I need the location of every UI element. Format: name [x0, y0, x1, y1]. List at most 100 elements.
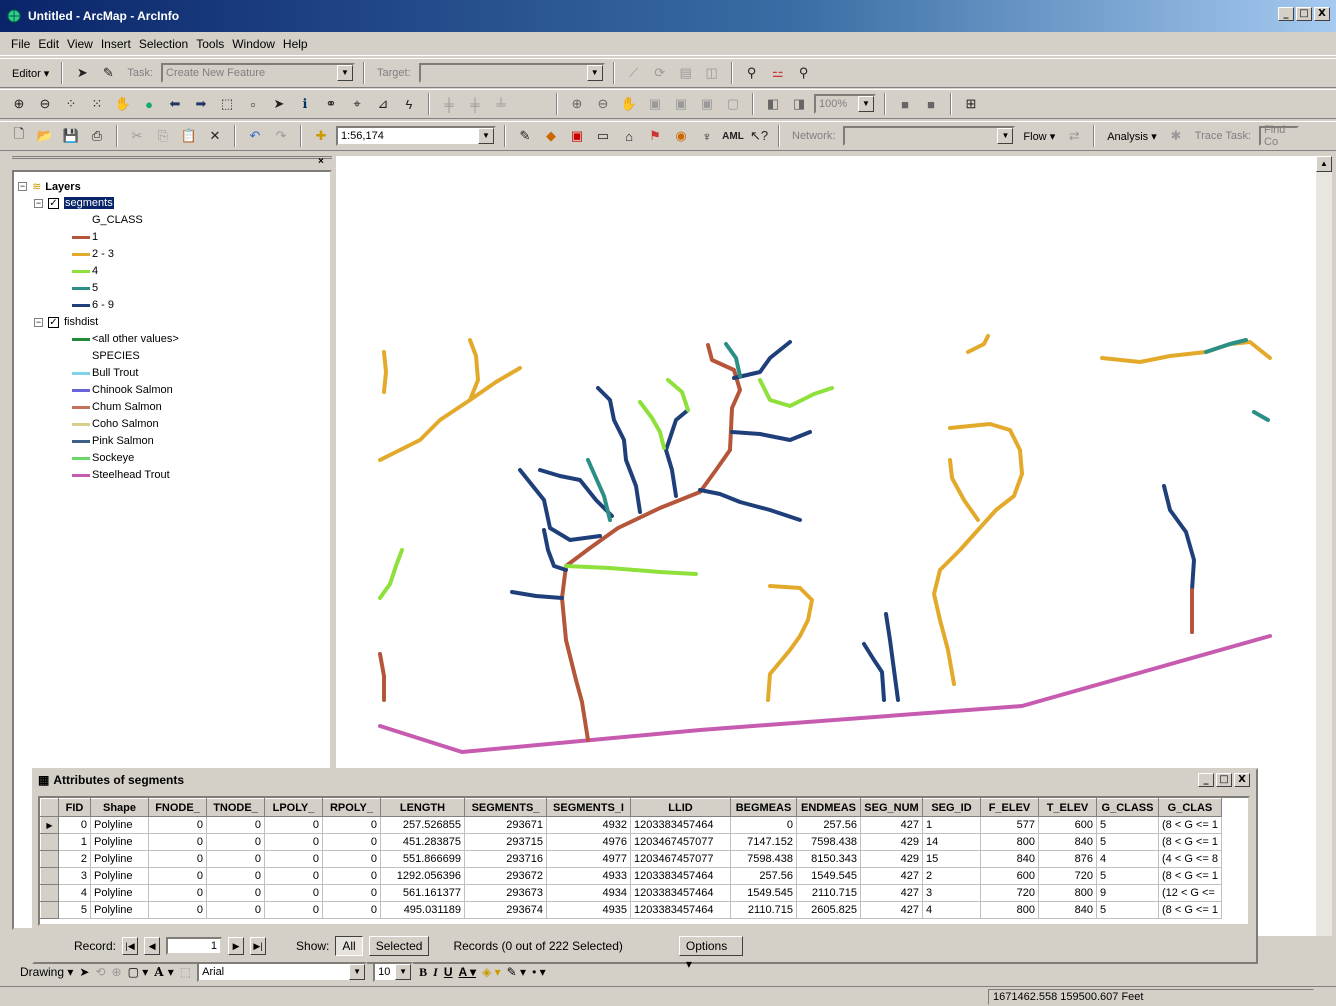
delete-icon[interactable]: ✕: [204, 125, 226, 147]
command-line-icon[interactable]: ▭: [592, 125, 614, 147]
cell[interactable]: 0: [264, 816, 323, 834]
legend-class-item[interactable]: Sockeye: [72, 452, 134, 464]
collapse-icon[interactable]: −: [34, 317, 43, 327]
cell[interactable]: (12 < G <=: [1158, 884, 1222, 902]
cell[interactable]: 4933: [546, 867, 631, 885]
layer-name-segments[interactable]: segments: [64, 197, 114, 209]
cell[interactable]: 840: [1038, 833, 1097, 851]
pan-icon[interactable]: ✋: [112, 93, 134, 115]
first-record-icon[interactable]: |◀: [122, 937, 139, 955]
trace-solver-icon[interactable]: ✱: [1165, 125, 1187, 147]
row-selector[interactable]: [40, 884, 59, 902]
fixed-zoom-out-icon[interactable]: ⁙: [86, 93, 108, 115]
cell[interactable]: 0: [148, 850, 207, 868]
cell[interactable]: 2: [58, 850, 91, 868]
cell[interactable]: 720: [1038, 867, 1097, 885]
cell[interactable]: 427: [860, 816, 923, 834]
cell[interactable]: 5: [1096, 833, 1159, 851]
zoom-100-icon[interactable]: ▣: [670, 93, 692, 115]
cell[interactable]: 293672: [464, 867, 547, 885]
cell[interactable]: 0: [264, 884, 323, 902]
cell[interactable]: 0: [322, 901, 381, 919]
zoom-to-elements-icon[interactable]: ⊕: [112, 965, 122, 979]
cell[interactable]: 9: [1096, 884, 1159, 902]
row-selector[interactable]: [40, 833, 59, 851]
cell[interactable]: 427: [860, 901, 923, 919]
cell[interactable]: 257.56: [730, 867, 797, 885]
row-selector[interactable]: [40, 850, 59, 868]
row-selector[interactable]: [40, 867, 59, 885]
maximize-button[interactable]: □: [1296, 7, 1312, 21]
python-icon[interactable]: ⚑: [644, 125, 666, 147]
cell[interactable]: 800: [980, 833, 1039, 851]
split-tool-icon[interactable]: ⟋: [623, 62, 645, 84]
topology-validate-icon[interactable]: ⚲: [793, 62, 815, 84]
cell[interactable]: 0: [264, 833, 323, 851]
cell[interactable]: 4935: [546, 901, 631, 919]
menu-selection[interactable]: Selection: [136, 35, 191, 53]
cell[interactable]: 0: [264, 867, 323, 885]
forward-extent-icon[interactable]: ➡: [190, 93, 212, 115]
cell[interactable]: 876: [1038, 850, 1097, 868]
task-dropdown[interactable]: Create New Feature ▼: [161, 63, 356, 83]
table-row[interactable]: 2 Polyline 0 0 0 0 551.866699 293716 497…: [40, 850, 1222, 868]
table-row[interactable]: 4 Polyline 0 0 0 0 561.161377 293673 493…: [40, 884, 1222, 902]
legend-class-item[interactable]: 4: [72, 265, 98, 277]
menu-edit[interactable]: Edit: [35, 35, 62, 53]
cell[interactable]: 1203467457077: [630, 833, 731, 851]
bold-button[interactable]: B: [419, 965, 427, 980]
back-extent-icon[interactable]: ⬅: [164, 93, 186, 115]
italic-button[interactable]: I: [433, 965, 438, 980]
focus-frame-icon[interactable]: ■: [920, 93, 942, 115]
select-features-icon[interactable]: ⬚: [216, 93, 238, 115]
column-header[interactable]: RPOLY_: [322, 798, 381, 817]
layer-name-fishdist[interactable]: fishdist: [64, 316, 98, 328]
collapse-icon[interactable]: −: [34, 198, 43, 208]
page-icon[interactable]: ▢: [722, 93, 744, 115]
redo-icon[interactable]: ↷: [270, 125, 292, 147]
cell[interactable]: 720: [980, 884, 1039, 902]
aml-icon[interactable]: AML: [722, 125, 744, 147]
column-header[interactable]: LPOLY_: [264, 798, 323, 817]
last-record-icon[interactable]: ▶|: [250, 937, 267, 955]
cell[interactable]: Polyline: [90, 816, 149, 834]
cell[interactable]: 427: [860, 884, 923, 902]
cut-icon[interactable]: ✂: [126, 125, 148, 147]
cell[interactable]: 7598.438: [730, 850, 797, 868]
cell[interactable]: 7147.152: [730, 833, 797, 851]
minimize-button[interactable]: _: [1278, 7, 1294, 21]
zoom-percent-dropdown[interactable]: 100% ▼: [814, 94, 876, 114]
rotate-tool-icon[interactable]: ⟳: [649, 62, 671, 84]
select-elements-icon[interactable]: ➤: [79, 965, 89, 979]
cell[interactable]: Polyline: [90, 867, 149, 885]
cell[interactable]: 293673: [464, 884, 547, 902]
toc-layer-segments[interactable]: − ✓ segments: [34, 197, 114, 209]
target-dropdown[interactable]: ▼: [418, 63, 605, 83]
zoom-out-icon[interactable]: ⊖: [34, 93, 56, 115]
cell[interactable]: 3: [922, 884, 981, 902]
legend-class-item[interactable]: 5: [72, 282, 98, 294]
toc-layer-fishdist[interactable]: − ✓ fishdist: [34, 316, 98, 328]
options-button[interactable]: Options ▾: [678, 936, 743, 971]
menu-tools[interactable]: Tools: [193, 35, 227, 53]
cell[interactable]: 551.866699: [380, 850, 465, 868]
cell[interactable]: 0: [264, 901, 323, 919]
cell[interactable]: 0: [148, 884, 207, 902]
column-header[interactable]: G_CLASS: [1096, 798, 1159, 817]
cell[interactable]: 293674: [464, 901, 547, 919]
cell[interactable]: 7598.438: [796, 833, 861, 851]
record-number-input[interactable]: 1: [166, 937, 223, 955]
add-data-icon[interactable]: ✚: [310, 125, 332, 147]
next-extent-icon[interactable]: ◨: [788, 93, 810, 115]
close-button[interactable]: X: [1314, 7, 1330, 21]
cell[interactable]: 0: [264, 850, 323, 868]
find-input[interactable]: Find Co: [1259, 124, 1300, 148]
table-row[interactable]: 3 Polyline 0 0 0 0 1292.056396 293672 49…: [40, 867, 1222, 885]
cell[interactable]: 4: [58, 884, 91, 902]
cell[interactable]: 2605.825: [796, 901, 861, 919]
previous-record-icon[interactable]: ◀: [144, 937, 161, 955]
cell[interactable]: 0: [148, 901, 207, 919]
cell[interactable]: 427: [860, 867, 923, 885]
model-builder-icon[interactable]: ⌂: [618, 125, 640, 147]
cell[interactable]: 561.161377: [380, 884, 465, 902]
